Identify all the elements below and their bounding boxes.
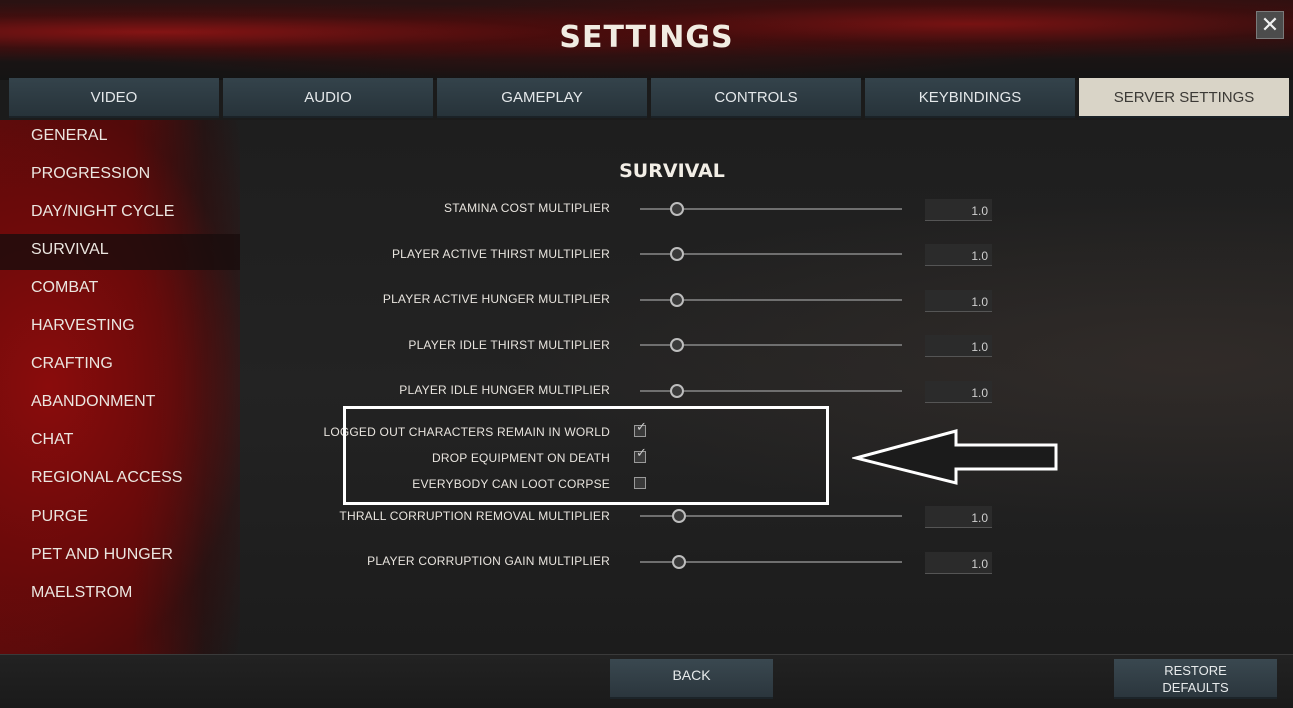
tab-audio[interactable]: AUDIO — [223, 78, 433, 118]
value-input[interactable]: 1.0 — [925, 244, 992, 266]
sidebar-item-survival[interactable]: SURVIVAL — [0, 234, 240, 270]
slider-track[interactable] — [640, 247, 902, 261]
sidebar-item-day-night-cycle[interactable]: DAY/NIGHT CYCLE — [0, 196, 240, 232]
slider-label: PLAYER IDLE HUNGER MULTIPLIER — [399, 383, 610, 397]
tab-controls[interactable]: CONTROLS — [651, 78, 861, 118]
sidebar-item-chat[interactable]: CHAT — [0, 424, 240, 460]
slider-label: PLAYER IDLE THIRST MULTIPLIER — [408, 338, 610, 352]
slider-track[interactable] — [640, 202, 902, 216]
value-input[interactable]: 1.0 — [925, 199, 992, 221]
tab-server-settings[interactable]: SERVER SETTINGS — [1079, 78, 1289, 118]
tab-gameplay[interactable]: GAMEPLAY — [437, 78, 647, 118]
left-arrow-icon — [852, 429, 1058, 485]
sidebar-item-pet-and-hunger[interactable]: PET AND HUNGER — [0, 539, 240, 575]
close-button[interactable]: ✕ — [1256, 11, 1284, 39]
slider-thumb[interactable] — [669, 247, 684, 261]
sidebar: GENERAL PROGRESSION DAY/NIGHT CYCLE SURV… — [0, 120, 240, 654]
sidebar-item-purge[interactable]: PURGE — [0, 501, 240, 537]
page-title: SETTINGS — [559, 20, 734, 55]
value-input[interactable]: 1.0 — [925, 290, 992, 312]
restore-label-line2: DEFAULTS — [1162, 680, 1229, 695]
value-input[interactable]: 1.0 — [925, 381, 992, 403]
tab-video[interactable]: VIDEO — [9, 78, 219, 118]
sidebar-item-general[interactable]: GENERAL — [0, 120, 240, 156]
sidebar-item-combat[interactable]: COMBAT — [0, 272, 240, 308]
section-title: SURVIVAL — [619, 160, 725, 182]
restore-label-line1: RESTORE — [1164, 663, 1227, 678]
sidebar-item-abandonment[interactable]: ABANDONMENT — [0, 386, 240, 422]
value-input[interactable]: 1.0 — [925, 506, 992, 528]
slider-track[interactable] — [640, 338, 902, 352]
slider-label: THRALL CORRUPTION REMOVAL MULTIPLIER — [339, 509, 610, 523]
close-icon: ✕ — [1260, 12, 1280, 37]
sidebar-item-maelstrom[interactable]: MAELSTROM — [0, 577, 240, 613]
slider-track[interactable] — [640, 384, 902, 398]
slider-track[interactable] — [640, 509, 902, 523]
sidebar-item-crafting[interactable]: CRAFTING — [0, 348, 240, 384]
slider-label: PLAYER ACTIVE THIRST MULTIPLIER — [391, 247, 610, 261]
slider-thumb[interactable] — [669, 384, 684, 398]
back-button[interactable]: BACK — [610, 659, 773, 699]
value-input[interactable]: 1.0 — [925, 335, 992, 357]
slider-thumb[interactable] — [669, 293, 684, 307]
sidebar-item-regional-access[interactable]: REGIONAL ACCESS — [0, 462, 240, 498]
settings-content: GENERAL PROGRESSION DAY/NIGHT CYCLE SURV… — [0, 120, 1293, 654]
slider-thumb[interactable] — [669, 202, 684, 216]
sidebar-item-harvesting[interactable]: HARVESTING — [0, 310, 240, 346]
highlight-box — [343, 406, 829, 505]
slider-label: PLAYER ACTIVE HUNGER MULTIPLIER — [382, 292, 610, 306]
slider-label: STAMINA COST MULTIPLIER — [444, 201, 610, 215]
settings-tabs: VIDEO AUDIO GAMEPLAY CONTROLS KEYBINDING… — [9, 78, 1289, 118]
slider-label: PLAYER CORRUPTION GAIN MULTIPLIER — [367, 554, 610, 568]
sidebar-item-progression[interactable]: PROGRESSION — [0, 158, 240, 194]
slider-track[interactable] — [640, 293, 902, 307]
slider-track[interactable] — [640, 555, 902, 569]
slider-thumb[interactable] — [669, 338, 684, 352]
header-banner: SETTINGS ✕ — [0, 0, 1293, 80]
tab-keybindings[interactable]: KEYBINDINGS — [865, 78, 1075, 118]
restore-defaults-button[interactable]: RESTORE DEFAULTS — [1114, 659, 1277, 699]
value-input[interactable]: 1.0 — [925, 552, 992, 574]
